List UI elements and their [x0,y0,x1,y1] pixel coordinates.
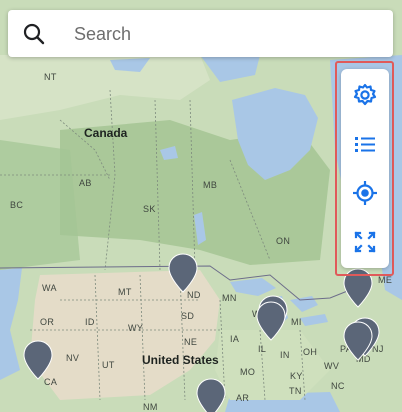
my-location-button[interactable] [351,179,379,207]
label-id: ID [85,317,95,327]
label-ab: AB [79,178,92,188]
label-ne: NE [184,337,198,347]
label-mi: MI [291,317,302,327]
label-mb: MB [203,180,218,190]
locate-icon [351,181,379,211]
label-in: IN [280,350,290,360]
location-marker[interactable] [196,378,226,412]
map-controls-panel [341,69,389,268]
label-nv: NV [66,353,80,363]
label-nt: NT [44,72,57,82]
label-canada: Canada [84,126,128,140]
label-wv: WV [324,361,340,371]
label-oh: OH [303,347,318,357]
label-nm: NM [143,402,158,412]
label-il: IL [258,344,267,354]
label-mn: MN [222,293,237,303]
location-marker[interactable] [23,340,53,380]
label-or: OR [40,317,55,327]
location-marker[interactable] [343,321,373,361]
label-ia: IA [230,334,240,344]
label-ar: AR [236,393,250,403]
label-mt: MT [118,287,132,297]
label-on: ON [276,236,291,246]
list-icon [351,137,379,162]
settings-button[interactable] [351,81,379,109]
label-me: ME [378,275,393,285]
label-sk: SK [143,204,156,214]
label-sd: SD [181,311,195,321]
label-ky: KY [290,371,303,381]
label-nc: NC [331,381,345,391]
label-wy: WY [128,323,144,333]
gear-icon [351,83,379,113]
label-ut: UT [102,360,115,370]
search-icon[interactable] [22,22,46,46]
fullscreen-button[interactable] [351,228,379,256]
fullscreen-icon [351,231,379,260]
list-view-button[interactable] [351,130,379,158]
label-wa: WA [42,283,57,293]
label-tn: TN [289,386,302,396]
search-input[interactable] [72,18,376,50]
label-bc: BC [10,200,24,210]
label-mo: MO [240,367,256,377]
location-marker[interactable] [256,301,286,341]
label-united-states: United States [142,353,219,367]
location-marker[interactable] [168,253,198,293]
search-bar[interactable] [8,10,393,57]
